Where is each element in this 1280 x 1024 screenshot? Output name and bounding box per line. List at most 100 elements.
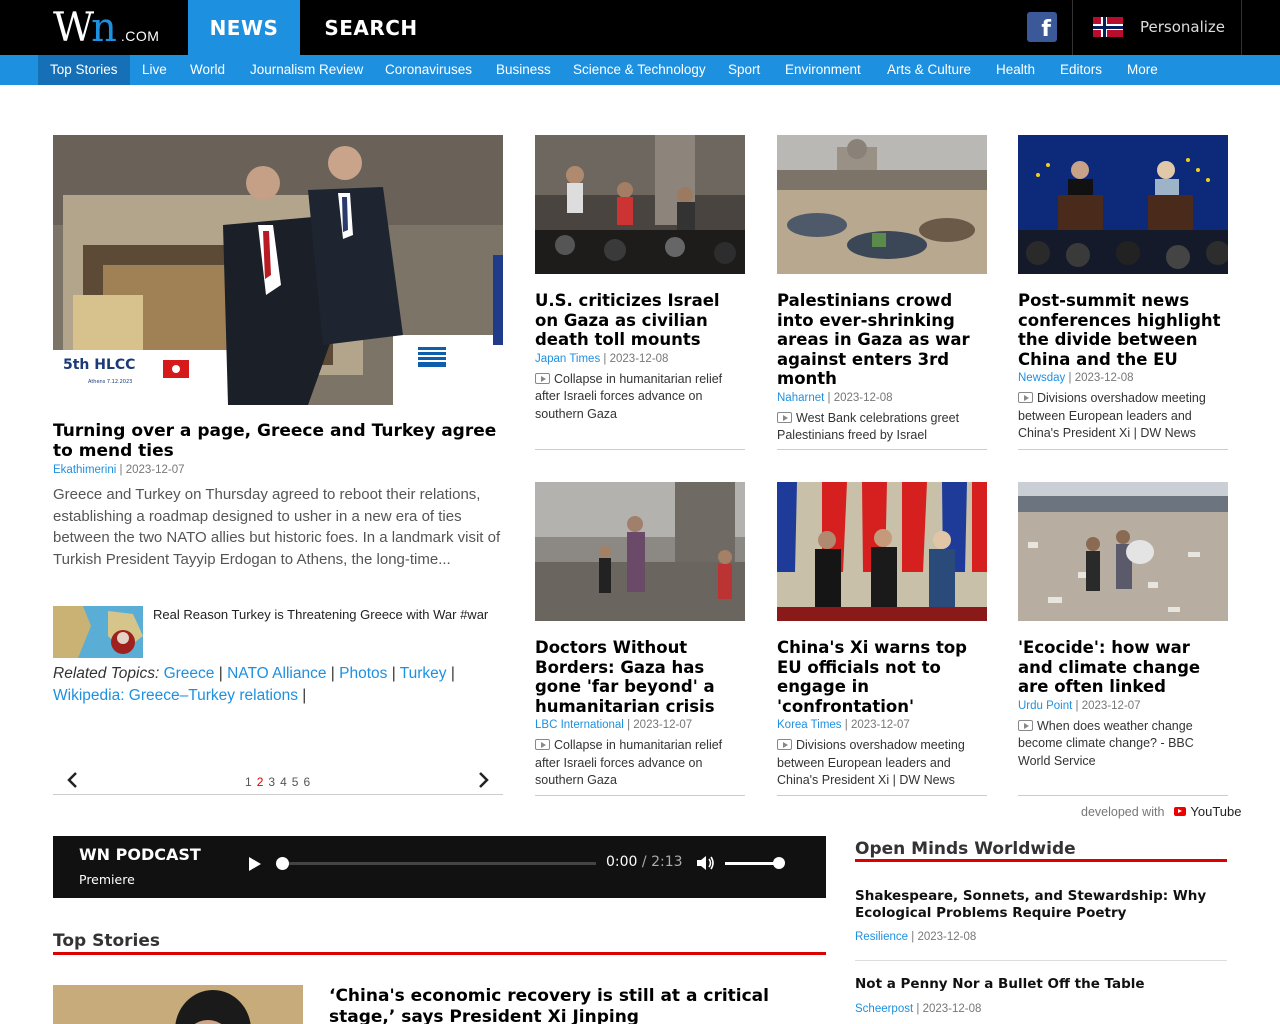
facebook-icon[interactable]: f bbox=[1027, 12, 1057, 42]
topic-link-turkey[interactable]: Turkey bbox=[400, 665, 447, 682]
news-card-source[interactable]: Newsday bbox=[1018, 372, 1065, 384]
developed-with-label: developed with bbox=[1081, 804, 1165, 819]
logo-n: n bbox=[91, 5, 117, 51]
topic-link-greece[interactable]: Greece bbox=[164, 665, 215, 682]
nav-item-business[interactable]: Business bbox=[496, 55, 551, 85]
news-card-video-title: West Bank celebrations greet Palestinian… bbox=[777, 410, 960, 443]
wn-logo[interactable]: Wn .COM bbox=[53, 6, 159, 50]
nav-item-environment[interactable]: Environment bbox=[785, 55, 861, 85]
podcast-progress-track[interactable] bbox=[282, 862, 596, 865]
news-card-title[interactable]: China's Xi warns top EU officials not to… bbox=[777, 638, 987, 716]
page-5[interactable]: 5 bbox=[292, 775, 299, 789]
news-card-video[interactable]: Divisions overshadow meeting between Eur… bbox=[1018, 390, 1228, 443]
news-card-title[interactable]: Doctors Without Borders: Gaza has gone '… bbox=[535, 638, 745, 716]
page-1[interactable]: 1 bbox=[245, 775, 252, 789]
news-card-video[interactable]: Collapse in humanitarian relief after Is… bbox=[535, 371, 745, 424]
news-card-video-title: Collapse in humanitarian relief after Is… bbox=[535, 371, 723, 421]
divider bbox=[1241, 0, 1242, 55]
nav-item-world[interactable]: World bbox=[190, 55, 225, 85]
nav-item-editors[interactable]: Editors bbox=[1060, 55, 1102, 85]
nav-item-health[interactable]: Health bbox=[996, 55, 1035, 85]
nav-item-science-technology[interactable]: Science & Technology bbox=[573, 55, 706, 85]
news-card: China's Xi warns top EU officials not to… bbox=[777, 482, 987, 790]
page-2-current[interactable]: 2 bbox=[257, 775, 264, 789]
page-4[interactable]: 4 bbox=[280, 775, 287, 789]
podcast-title: WN PODCAST bbox=[79, 845, 201, 864]
topic-link-photos[interactable]: Photos bbox=[339, 665, 387, 682]
volume-track[interactable] bbox=[725, 862, 779, 865]
podcast-time: 0:00 / 2:13 bbox=[606, 854, 683, 870]
open-minds-item-title[interactable]: Not a Penny Nor a Bullet Off the Table bbox=[855, 976, 1227, 993]
top-story-image[interactable] bbox=[53, 985, 303, 1024]
news-card-source[interactable]: LBC International bbox=[535, 719, 624, 731]
play-icon[interactable] bbox=[248, 856, 262, 872]
nav-item-top-stories[interactable]: Top Stories bbox=[38, 55, 130, 85]
news-card-video[interactable]: West Bank celebrations greet Palestinian… bbox=[777, 410, 987, 445]
news-card: U.S. criticizes Israel on Gaza as civili… bbox=[535, 135, 745, 423]
news-card-meta: LBC International | 2023-12-07 bbox=[535, 719, 693, 731]
video-icon bbox=[535, 739, 550, 750]
nav-item-coronaviruses[interactable]: Coronaviruses bbox=[385, 55, 472, 85]
news-card: Post-summit news conferences highlight t… bbox=[1018, 135, 1228, 443]
news-card-video[interactable]: Divisions overshadow meeting between Eur… bbox=[777, 737, 987, 790]
nav-item-arts-culture[interactable]: Arts & Culture bbox=[887, 55, 971, 85]
news-card-date: 2023-12-08 bbox=[609, 352, 669, 365]
news-card-title[interactable]: 'Ecocide': how war and climate change ar… bbox=[1018, 638, 1228, 697]
video-icon bbox=[777, 411, 792, 423]
open-minds-item-meta: Scheerpost | 2023-12-08 bbox=[855, 1003, 982, 1015]
news-card-source[interactable]: Japan Times bbox=[535, 353, 600, 365]
open-minds-item-title[interactable]: Shakespeare, Sonnets, and Stewardship: W… bbox=[855, 888, 1227, 921]
nav-item-live[interactable]: Live bbox=[142, 55, 167, 85]
section-rule bbox=[855, 859, 1227, 862]
nav-item-sport[interactable]: Sport bbox=[728, 55, 760, 85]
page-3[interactable]: 3 bbox=[268, 775, 275, 789]
tab-news[interactable]: NEWS bbox=[188, 0, 300, 55]
video-icon bbox=[535, 372, 550, 384]
news-card-image[interactable] bbox=[777, 482, 987, 621]
news-card-title[interactable]: U.S. criticizes Israel on Gaza as civili… bbox=[535, 291, 745, 350]
news-card-image[interactable] bbox=[535, 135, 745, 274]
news-card-image[interactable] bbox=[1018, 135, 1228, 274]
open-minds-item-source[interactable]: Scheerpost bbox=[855, 1003, 913, 1015]
hero-description: Greece and Turkey on Thursday agreed to … bbox=[53, 486, 501, 568]
podcast-progress-handle[interactable] bbox=[276, 857, 289, 870]
news-card: Doctors Without Borders: Gaza has gone '… bbox=[535, 482, 745, 790]
divider bbox=[855, 960, 1227, 961]
topic-link-wikipedia-greece-turkey[interactable]: Wikipedia: Greece–Turkey relations bbox=[53, 687, 298, 704]
news-card-date: 2023-12-07 bbox=[1081, 699, 1141, 712]
nav-item-more[interactable]: More bbox=[1127, 55, 1158, 85]
personalize-button[interactable]: Personalize bbox=[1073, 0, 1241, 55]
news-card-source[interactable]: Naharnet bbox=[777, 392, 824, 404]
news-card-video[interactable]: When does weather change become climate … bbox=[1018, 718, 1228, 771]
page-6[interactable]: 6 bbox=[303, 775, 310, 789]
video-icon bbox=[1018, 719, 1033, 731]
news-card-title[interactable]: Post-summit news conferences highlight t… bbox=[1018, 291, 1228, 369]
news-card-video[interactable]: Collapse in humanitarian relief after Is… bbox=[535, 737, 745, 790]
topic-link-nato-alliance[interactable]: NATO Alliance bbox=[227, 665, 326, 682]
carousel-pager: 1 2 3 4 5 6 bbox=[53, 765, 503, 795]
hero-image[interactable]: 5th HLCC Athens 7.12.2023 bbox=[53, 135, 503, 405]
volume-handle[interactable] bbox=[773, 857, 785, 869]
top-story-title[interactable]: ‘China's economic recovery is still at a… bbox=[329, 986, 829, 1024]
news-card-image[interactable] bbox=[535, 482, 745, 621]
developed-with-youtube[interactable]: developed with YouTube bbox=[1081, 804, 1242, 819]
chevron-right-icon[interactable] bbox=[473, 770, 493, 790]
hero-image-caption: 5th HLCC bbox=[63, 357, 135, 373]
volume-icon[interactable] bbox=[696, 854, 716, 872]
podcast-total-time: 2:13 bbox=[651, 854, 683, 870]
tab-search[interactable]: SEARCH bbox=[300, 0, 442, 55]
hero-video-title[interactable]: Real Reason Turkey is Threatening Greece… bbox=[153, 607, 488, 622]
hero-source[interactable]: Ekathimerini bbox=[53, 464, 116, 476]
news-card-title[interactable]: Palestinians crowd into ever-shrinking a… bbox=[777, 291, 987, 389]
open-minds-item-source[interactable]: Resilience bbox=[855, 931, 908, 943]
nav-item-journalism-review[interactable]: Journalism Review bbox=[250, 55, 363, 85]
news-card-image[interactable] bbox=[777, 135, 987, 274]
news-card-date: 2023-12-07 bbox=[850, 719, 910, 731]
open-minds-item-meta: Resilience | 2023-12-08 bbox=[855, 931, 977, 943]
hero-headline[interactable]: Turning over a page, Greece and Turkey a… bbox=[53, 421, 503, 461]
chevron-left-icon[interactable] bbox=[63, 770, 83, 790]
hero-video-thumbnail[interactable] bbox=[53, 606, 143, 658]
news-card-source[interactable]: Korea Times bbox=[777, 719, 842, 731]
news-card-image[interactable] bbox=[1018, 482, 1228, 621]
news-card-source[interactable]: Urdu Point bbox=[1018, 700, 1072, 712]
